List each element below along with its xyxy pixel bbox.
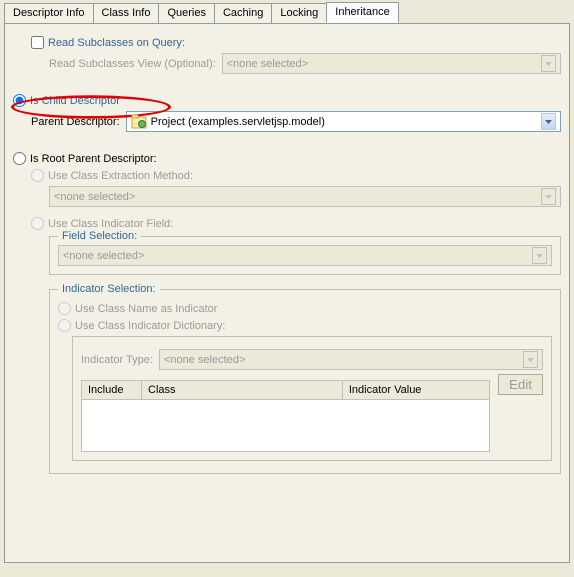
is-child-row: Is Child Descriptor xyxy=(13,94,561,107)
dictionary-table-wrap: Include Class Indicator Value Edit xyxy=(81,374,543,452)
tab-inheritance[interactable]: Inheritance xyxy=(326,2,398,23)
extraction-method-combo: <none selected> xyxy=(49,186,561,207)
extraction-combo-row: <none selected> xyxy=(49,186,561,207)
indicator-type-combo: <none selected> xyxy=(159,349,543,370)
tab-descriptor-info[interactable]: Descriptor Info xyxy=(4,3,94,24)
use-extraction-label: Use Class Extraction Method: xyxy=(48,170,193,182)
indicator-dictionary-table: Include Class Indicator Value xyxy=(81,380,490,452)
field-selection-combo: <none selected> xyxy=(58,245,552,266)
chevron-down-icon xyxy=(523,351,538,368)
indicator-selection-legend: Indicator Selection: xyxy=(58,283,160,295)
indicator-type-label: Indicator Type: xyxy=(81,354,153,366)
chevron-down-icon xyxy=(541,113,556,130)
read-subclasses-view-combo[interactable]: <none selected> xyxy=(222,53,561,74)
use-indicator-field-radio xyxy=(31,217,44,230)
is-root-radio[interactable] xyxy=(13,152,26,165)
inheritance-panel: Read Subclasses on Query: Read Subclasse… xyxy=(4,23,570,563)
tab-caching[interactable]: Caching xyxy=(214,3,272,24)
read-subclasses-row: Read Subclasses on Query: xyxy=(31,36,561,49)
use-class-name-row: Use Class Name as Indicator xyxy=(58,302,552,315)
dictionary-fieldset: Indicator Type: <none selected> Include … xyxy=(72,336,552,461)
use-extraction-row: Use Class Extraction Method: xyxy=(31,169,561,182)
chevron-down-icon xyxy=(532,247,547,264)
combo-value: <none selected> xyxy=(54,191,541,203)
use-class-name-radio xyxy=(58,302,71,315)
read-subclasses-label: Read Subclasses on Query: xyxy=(48,37,185,49)
col-include: Include xyxy=(82,381,142,399)
project-icon xyxy=(131,114,147,130)
use-dictionary-row: Use Class Indicator Dictionary: xyxy=(58,319,552,332)
parent-descriptor-row: Parent Descriptor: Project (examples.ser… xyxy=(31,111,561,132)
use-dictionary-label: Use Class Indicator Dictionary: xyxy=(75,320,225,332)
use-indicator-field-label: Use Class Indicator Field: xyxy=(48,218,173,230)
read-subclasses-view-label: Read Subclasses View (Optional): xyxy=(49,58,216,70)
edit-button: Edit xyxy=(498,374,543,395)
chevron-down-icon xyxy=(541,188,556,205)
tab-queries[interactable]: Queries xyxy=(158,3,215,24)
indicator-type-row: Indicator Type: <none selected> xyxy=(81,349,543,370)
tab-strip: Descriptor Info Class Info Queries Cachi… xyxy=(4,2,574,23)
field-selection-fieldset: Field Selection: <none selected> xyxy=(49,236,561,275)
use-extraction-radio xyxy=(31,169,44,182)
is-root-label: Is Root Parent Descriptor: xyxy=(30,153,157,165)
tab-locking[interactable]: Locking xyxy=(271,3,327,24)
col-class: Class xyxy=(142,381,343,399)
combo-value: <none selected> xyxy=(164,354,523,366)
col-indicator-value: Indicator Value xyxy=(343,381,489,399)
use-indicator-field-row: Use Class Indicator Field: xyxy=(31,217,561,230)
combo-value: Project (examples.servletjsp.model) xyxy=(151,116,541,128)
use-dictionary-radio xyxy=(58,319,71,332)
table-header: Include Class Indicator Value xyxy=(82,381,489,400)
is-root-row: Is Root Parent Descriptor: xyxy=(13,152,561,165)
use-class-name-label: Use Class Name as Indicator xyxy=(75,303,217,315)
parent-descriptor-combo[interactable]: Project (examples.servletjsp.model) xyxy=(126,111,561,132)
chevron-down-icon xyxy=(541,55,556,72)
is-child-radio[interactable] xyxy=(13,94,26,107)
is-child-label: Is Child Descriptor xyxy=(30,95,120,107)
tab-class-info[interactable]: Class Info xyxy=(93,3,160,24)
parent-descriptor-label: Parent Descriptor: xyxy=(31,116,120,128)
combo-value: <none selected> xyxy=(63,250,532,262)
read-subclasses-checkbox[interactable] xyxy=(31,36,44,49)
field-selection-legend: Field Selection: xyxy=(58,230,141,242)
indicator-selection-fieldset: Indicator Selection: Use Class Name as I… xyxy=(49,289,561,474)
read-subclasses-view-row: Read Subclasses View (Optional): <none s… xyxy=(49,53,561,74)
combo-value: <none selected> xyxy=(227,58,541,70)
